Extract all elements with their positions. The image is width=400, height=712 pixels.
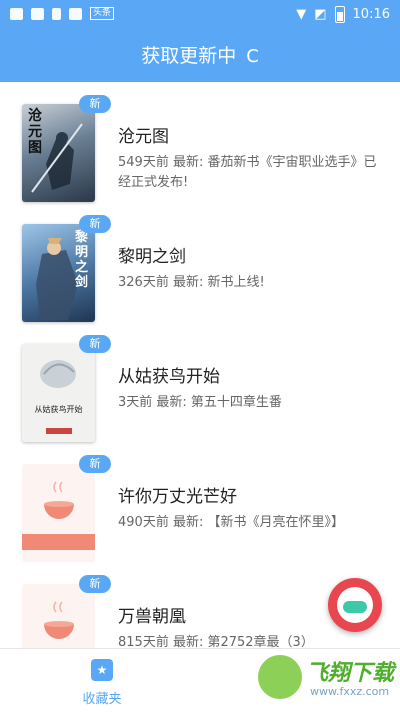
book-update-info: 3天前 最新: 第五十四章生番: [118, 395, 282, 410]
book-update-info: 326天前 最新: 新书上线!: [118, 275, 265, 290]
nav-favorites[interactable]: ★ 收藏夹: [72, 659, 132, 707]
book-title: 许你万丈光芒好: [118, 487, 237, 507]
battery-icon: [334, 6, 345, 23]
bookshelf-icon: ★: [91, 659, 113, 681]
notes-icon: [31, 7, 44, 20]
cover-title-text: 从姑获鸟开始: [34, 405, 83, 414]
book-cover-placeholder[interactable]: [22, 584, 95, 648]
gamepad-icon: [343, 601, 367, 613]
book-cover[interactable]: 黎明之剑: [22, 224, 95, 322]
book-title: 万兽朝凰: [118, 607, 186, 627]
book-item[interactable]: 沧元图 新 沧元图 549天前 最新: 番茄新书《宇宙职业选手》已经正式发布!: [0, 82, 400, 202]
refresh-icon[interactable]: C: [246, 31, 259, 83]
new-badge: 新: [79, 215, 111, 233]
new-badge: 新: [79, 575, 111, 593]
cover-art-bird: [40, 360, 76, 434]
book-update-info: 815天前 最新: 第2752章最（3）: [118, 635, 314, 648]
wifi-icon: ▼: [296, 7, 307, 22]
book-list: 沧元图 新 沧元图 549天前 最新: 番茄新书《宇宙职业选手》已经正式发布! …: [0, 82, 400, 648]
page-title: 获取更新中: [141, 45, 237, 67]
lock-icon: [52, 7, 61, 20]
watermark-url: www.fxxz.com: [310, 685, 390, 698]
cover-title-text: 黎明之剑: [75, 230, 89, 290]
teacup-icon: [44, 601, 74, 639]
teacup-icon: [22, 481, 95, 562]
no-signal-icon: ◩: [314, 7, 327, 22]
book-icon: [69, 7, 82, 20]
book-title: 沧元图: [118, 127, 169, 147]
book-item[interactable]: 新 许你万丈光芒好 490天前 最新: 【新书《月亮在怀里》】: [0, 442, 400, 562]
game-float-button[interactable]: [328, 578, 382, 632]
book-title: 从姑获鸟开始: [118, 367, 220, 387]
toutiao-badge: 头条: [90, 7, 115, 20]
cover-title-text: 沧元图: [28, 108, 42, 156]
new-badge: 新: [79, 455, 111, 473]
book-cover-placeholder[interactable]: [22, 464, 95, 562]
book-title: 黎明之剑: [118, 247, 186, 267]
watermark-circle-icon: [258, 655, 302, 699]
watermark-logo: 飞翔下载 www.fxxz.com: [258, 651, 396, 707]
status-bar: 头条 ▼ ◩ 10:16: [0, 0, 400, 30]
gallery-icon: [10, 7, 23, 20]
nav-favorites-label: 收藏夹: [82, 692, 122, 707]
book-update-info: 490天前 最新: 【新书《月亮在怀里》】: [118, 515, 344, 530]
watermark-brand: 飞翔下载: [306, 661, 395, 686]
book-item[interactable]: 从姑获鸟开始 新 从姑获鸟开始 3天前 最新: 第五十四章生番: [0, 322, 400, 442]
new-badge: 新: [79, 335, 111, 353]
new-badge: 新: [79, 95, 111, 113]
book-cover[interactable]: 从姑获鸟开始: [22, 344, 95, 442]
book-item[interactable]: 黎明之剑 新 黎明之剑 326天前 最新: 新书上线!: [0, 202, 400, 322]
book-cover[interactable]: 沧元图: [22, 104, 95, 202]
app-header: 获取更新中 C: [0, 30, 400, 82]
book-update-info: 549天前 最新: 番茄新书《宇宙职业选手》已经正式发布!: [118, 155, 377, 190]
clock: 10:16: [352, 7, 390, 22]
